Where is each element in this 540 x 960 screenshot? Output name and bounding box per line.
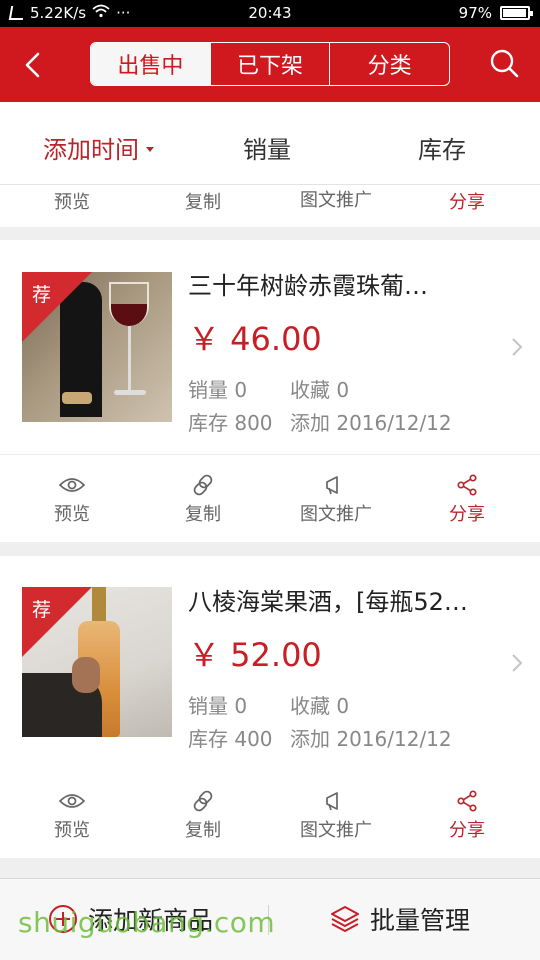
- stock-count: 库存 800: [188, 411, 273, 435]
- promote-label: 图文推广: [300, 504, 372, 525]
- share-button[interactable]: 分享: [412, 188, 522, 214]
- chevron-right-icon: [512, 654, 523, 672]
- eye-icon: [59, 478, 85, 492]
- sort-label: 添加时间: [43, 136, 139, 164]
- copy-label: 复制: [185, 820, 221, 841]
- caret-down-icon: [146, 146, 154, 152]
- promote-button[interactable]: 图文推广: [281, 474, 391, 526]
- share-icon: [457, 474, 477, 496]
- megaphone-icon: [326, 792, 338, 811]
- search-icon: [490, 49, 519, 78]
- product-card[interactable]: 荐 八棱海棠果酒，[每瓶52… ￥ 52.00 销量 0 收藏 0 库存 400…: [0, 556, 540, 858]
- promote-button[interactable]: 图文推广: [281, 186, 391, 212]
- preview-button[interactable]: 预览: [17, 474, 127, 526]
- top-nav-bar: 出售中 已下架 分类: [0, 27, 540, 102]
- sales-count: 销量 0: [188, 378, 248, 402]
- share-button[interactable]: 分享: [412, 474, 522, 526]
- added-date: 添加 2016/12/12: [290, 727, 452, 751]
- share-label: 分享: [449, 504, 485, 525]
- favorite-count: 收藏 0: [290, 694, 350, 718]
- divider: [0, 454, 540, 455]
- recommend-badge-label: 荐: [32, 599, 52, 621]
- eye-icon: [59, 794, 85, 808]
- tab-category[interactable]: 分类: [329, 43, 449, 85]
- chevron-left-icon: [25, 52, 40, 78]
- preview-label: 预览: [54, 820, 90, 841]
- preview-label: 预览: [54, 504, 90, 525]
- product-title: 八棱海棠果酒，[每瓶52…: [188, 588, 468, 616]
- recommend-badge-label: 荐: [32, 284, 52, 306]
- preview-button[interactable]: 预览: [17, 790, 127, 842]
- product-image: 荐: [22, 272, 172, 422]
- megaphone-icon: [326, 476, 338, 495]
- status-bar: 5.22K/s ··· 20:43 97%: [0, 0, 540, 27]
- favorite-count: 收藏 0: [290, 378, 350, 402]
- tab-on-sale[interactable]: 出售中: [91, 43, 210, 85]
- sort-by-sales[interactable]: 销量: [243, 130, 291, 165]
- batch-manage-button[interactable]: 批量管理: [330, 901, 470, 937]
- share-icon: [457, 790, 477, 812]
- status-tabs: 出售中 已下架 分类: [90, 42, 450, 86]
- tab-off-shelf[interactable]: 已下架: [209, 43, 330, 85]
- watermark: shuiguobang.com: [18, 906, 276, 939]
- action-row-partial: 预览 复制 图文推广 分享: [0, 185, 540, 227]
- back-button[interactable]: [18, 49, 50, 81]
- product-image: 荐: [22, 587, 172, 737]
- copy-button[interactable]: 复制: [148, 474, 258, 526]
- sort-by-add-time[interactable]: 添加时间: [43, 130, 154, 165]
- batch-manage-label: 批量管理: [370, 906, 471, 935]
- product-title: 三十年树龄赤霞珠葡…: [188, 272, 428, 300]
- share-button[interactable]: 分享: [412, 790, 522, 842]
- sales-count: 销量 0: [188, 694, 248, 718]
- layers-icon: [331, 906, 359, 932]
- search-button[interactable]: [488, 47, 520, 79]
- chevron-right-icon: [512, 338, 523, 356]
- copy-label: 复制: [185, 504, 221, 525]
- battery-icon: [500, 6, 533, 20]
- promote-label: 图文推广: [300, 820, 372, 841]
- link-icon: [193, 790, 213, 812]
- promote-button[interactable]: 图文推广: [281, 790, 391, 842]
- sort-by-stock[interactable]: 库存: [418, 130, 466, 165]
- sort-bar: 添加时间 销量 库存: [0, 102, 540, 185]
- stock-count: 库存 400: [188, 727, 273, 751]
- added-date: 添加 2016/12/12: [290, 411, 452, 435]
- share-label: 分享: [449, 820, 485, 841]
- copy-button[interactable]: 复制: [148, 790, 258, 842]
- link-icon: [193, 474, 213, 496]
- product-card[interactable]: 荐 三十年树龄赤霞珠葡… ￥ 46.00 销量 0 收藏 0 库存 800 添加…: [0, 240, 540, 542]
- copy-button[interactable]: 复制: [148, 188, 258, 214]
- battery-percent: 97%: [458, 4, 492, 22]
- product-price: ￥ 46.00: [188, 320, 322, 358]
- preview-button[interactable]: 预览: [17, 188, 127, 214]
- product-price: ￥ 52.00: [188, 636, 322, 674]
